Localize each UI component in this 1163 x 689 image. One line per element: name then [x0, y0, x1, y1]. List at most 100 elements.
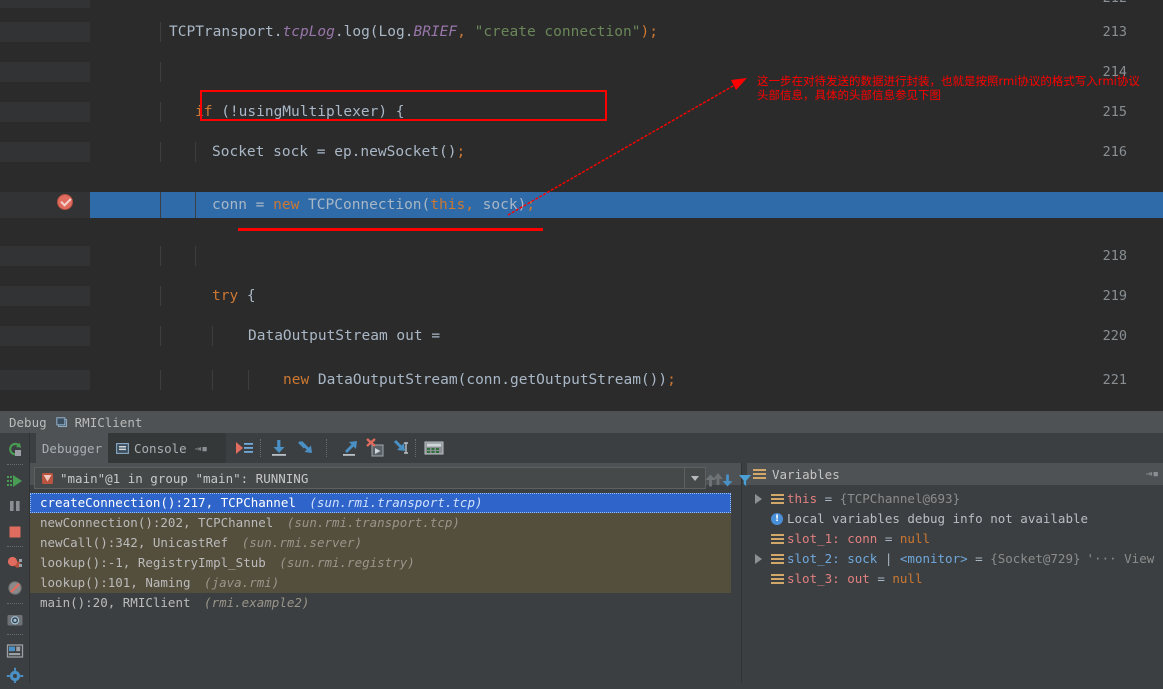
- frame-item[interactable]: lookup():-1, RegistryImpl_Stub (sun.rmi.…: [30, 553, 731, 573]
- variable-separator: =: [967, 551, 991, 566]
- debug-tool-window[interactable]: Debug RMIClient Debugger Console ⇥▪ "mai…: [0, 411, 1163, 689]
- variable-separator: =: [877, 531, 900, 546]
- annotation-text: 这一步在对待发送的数据进行封装，也就是按照rmi协议的格式写入rmi协议 头部信…: [757, 74, 1140, 102]
- settings-layout-button[interactable]: [2, 638, 28, 663]
- code-line[interactable]: 215 if (!usingMultiplexer) {: [0, 102, 1163, 122]
- tab-debugger-label: Debugger: [41, 440, 103, 456]
- frame-package: (sun.rmi.registry): [279, 555, 415, 570]
- gutter[interactable]: [0, 0, 90, 8]
- gutter[interactable]: [0, 62, 90, 82]
- debug-info-message: Local variables debug info not available: [787, 511, 1089, 526]
- step-over-button[interactable]: [268, 437, 290, 459]
- gutter[interactable]: [0, 370, 90, 390]
- sort-ascending-button[interactable]: [704, 473, 717, 488]
- status-bar: [0, 683, 1163, 689]
- line-number: 218: [1102, 248, 1127, 264]
- step-into-button[interactable]: [296, 437, 318, 459]
- variable-row-conn[interactable]: slot_1: conn = null: [747, 529, 1163, 549]
- frame-item[interactable]: newCall():342, UnicastRef (sun.rmi.serve…: [30, 533, 731, 553]
- breakpoint-icon[interactable]: [57, 194, 73, 210]
- tab-console-label: Console: [134, 440, 187, 456]
- variable-row-this[interactable]: this = {TCPChannel@693}: [747, 489, 1163, 509]
- thread-dropdown-button[interactable]: [684, 468, 705, 488]
- variable-value: null: [892, 571, 923, 586]
- force-step-into-button[interactable]: [365, 437, 387, 459]
- frame-package: (rmi.example2): [204, 595, 310, 610]
- debug-left-toolbar[interactable]: [0, 433, 30, 689]
- line-number: 220: [1102, 328, 1127, 344]
- code-line[interactable]: 221 new DataOutputStream(conn.getOutputS…: [0, 370, 1163, 390]
- tab-console[interactable]: Console ⇥▪: [108, 433, 226, 463]
- line-number: 212: [1081, 0, 1127, 8]
- code-line-current[interactable]: 217 conn = new TCPConnection(this, sock)…: [0, 192, 1163, 218]
- gutter[interactable]: [0, 246, 90, 266]
- value-icon: [771, 494, 784, 505]
- frame-label: createConnection():217, TCPChannel: [40, 495, 296, 510]
- mute-breakpoints-button[interactable]: [2, 576, 28, 601]
- code-line[interactable]: 219 try {: [0, 286, 1163, 306]
- frame-package: (java.rmi): [204, 575, 280, 590]
- variables-panel[interactable]: Variables ⇥▪ this = {TCPChannel@693} ! L…: [747, 463, 1163, 689]
- variable-row-sock[interactable]: slot_2: sock | <monitor> = {Socket@729} '…: [747, 549, 1163, 569]
- variables-panel-header: Variables ⇥▪: [747, 463, 1163, 485]
- view-breakpoints-button[interactable]: [2, 550, 28, 575]
- code-line[interactable]: 213 TCPTransport.tcpLog.log(Log.BRIEF, "…: [0, 22, 1163, 42]
- gutter[interactable]: [0, 102, 90, 122]
- code-editor[interactable]: 212 213 TCPTransport.tcpLog.log(Log.BRIE…: [0, 0, 1163, 411]
- frame-label: lookup():-1, RegistryImpl_Stub: [40, 555, 266, 570]
- expand-triangle-icon[interactable]: [755, 554, 762, 564]
- frame-item[interactable]: newConnection():202, TCPChannel (sun.rmi…: [30, 513, 731, 533]
- frame-item[interactable]: main():20, RMIClient (rmi.example2): [30, 593, 731, 613]
- frame-label: newCall():342, UnicastRef: [40, 535, 229, 550]
- debug-window-header[interactable]: Debug RMIClient: [0, 411, 1163, 433]
- thread-selector[interactable]: "main"@1 in group "main": RUNNING: [34, 467, 706, 489]
- code-line[interactable]: 218: [0, 246, 1163, 266]
- code-line[interactable]: 216 Socket sock = ep.newSocket();: [0, 142, 1163, 162]
- gutter[interactable]: [0, 192, 90, 218]
- variables-tree[interactable]: this = {TCPChannel@693} ! Local variable…: [747, 489, 1163, 689]
- variable-row-out[interactable]: slot_3: out = null: [747, 569, 1163, 589]
- expand-triangle-icon[interactable]: [755, 494, 762, 504]
- variables-panel-title: Variables: [772, 466, 840, 482]
- tab-debugger[interactable]: Debugger: [36, 433, 108, 463]
- thread-running-icon: [41, 472, 54, 485]
- variable-view-link[interactable]: '··· View: [1087, 551, 1155, 566]
- code-line[interactable]: 220 DataOutputStream out =: [0, 326, 1163, 346]
- debug-tab-bar[interactable]: Debugger Console ⇥▪: [30, 433, 1163, 463]
- drop-frame-button[interactable]: [390, 437, 412, 459]
- value-icon: [771, 534, 784, 545]
- frames-panel[interactable]: Frames "main"@1 in group "main": RUNNING: [30, 463, 741, 689]
- pin-variables-icon[interactable]: ⇥▪: [1146, 467, 1159, 480]
- variable-row-info: ! Local variables debug info not availab…: [747, 509, 1163, 529]
- gutter[interactable]: [0, 22, 90, 42]
- get-thread-dump-button[interactable]: [2, 607, 28, 632]
- line-number: 221: [1102, 372, 1127, 388]
- line-number: 216: [1102, 144, 1127, 160]
- evaluate-expression-button[interactable]: [423, 437, 445, 459]
- frame-package: (sun.rmi.server): [241, 535, 363, 550]
- code-text: if (!usingMultiplexer) {: [195, 104, 405, 120]
- sort-descending-button[interactable]: [721, 473, 734, 488]
- frame-item[interactable]: createConnection():217, TCPChannel (sun.…: [30, 493, 731, 513]
- variable-separator: =: [869, 571, 893, 586]
- frames-list[interactable]: createConnection():217, TCPChannel (sun.…: [30, 493, 731, 689]
- pin-tab-icon[interactable]: ⇥▪: [195, 442, 208, 455]
- pause-program-button[interactable]: [2, 494, 28, 519]
- stop-button[interactable]: [2, 519, 28, 544]
- code-line[interactable]: 212: [0, 0, 1163, 8]
- show-execution-point-button[interactable]: [233, 437, 255, 459]
- frames-scrollbar[interactable]: [731, 493, 741, 689]
- variables-icon: [753, 468, 766, 480]
- thread-label: "main"@1 in group "main": RUNNING: [60, 470, 309, 486]
- code-text: new DataOutputStream(conn.getOutputStrea…: [283, 372, 676, 388]
- rerun-button[interactable]: [2, 437, 28, 462]
- variable-name: this: [787, 491, 818, 506]
- gutter[interactable]: [0, 326, 90, 346]
- resume-program-button[interactable]: [2, 468, 28, 493]
- gutter[interactable]: [0, 286, 90, 306]
- code-text: try {: [212, 288, 256, 304]
- gutter[interactable]: [0, 142, 90, 162]
- frame-item[interactable]: lookup():101, Naming (java.rmi): [30, 573, 731, 593]
- step-out-button[interactable]: [340, 437, 362, 459]
- filter-frames-button[interactable]: [738, 473, 752, 488]
